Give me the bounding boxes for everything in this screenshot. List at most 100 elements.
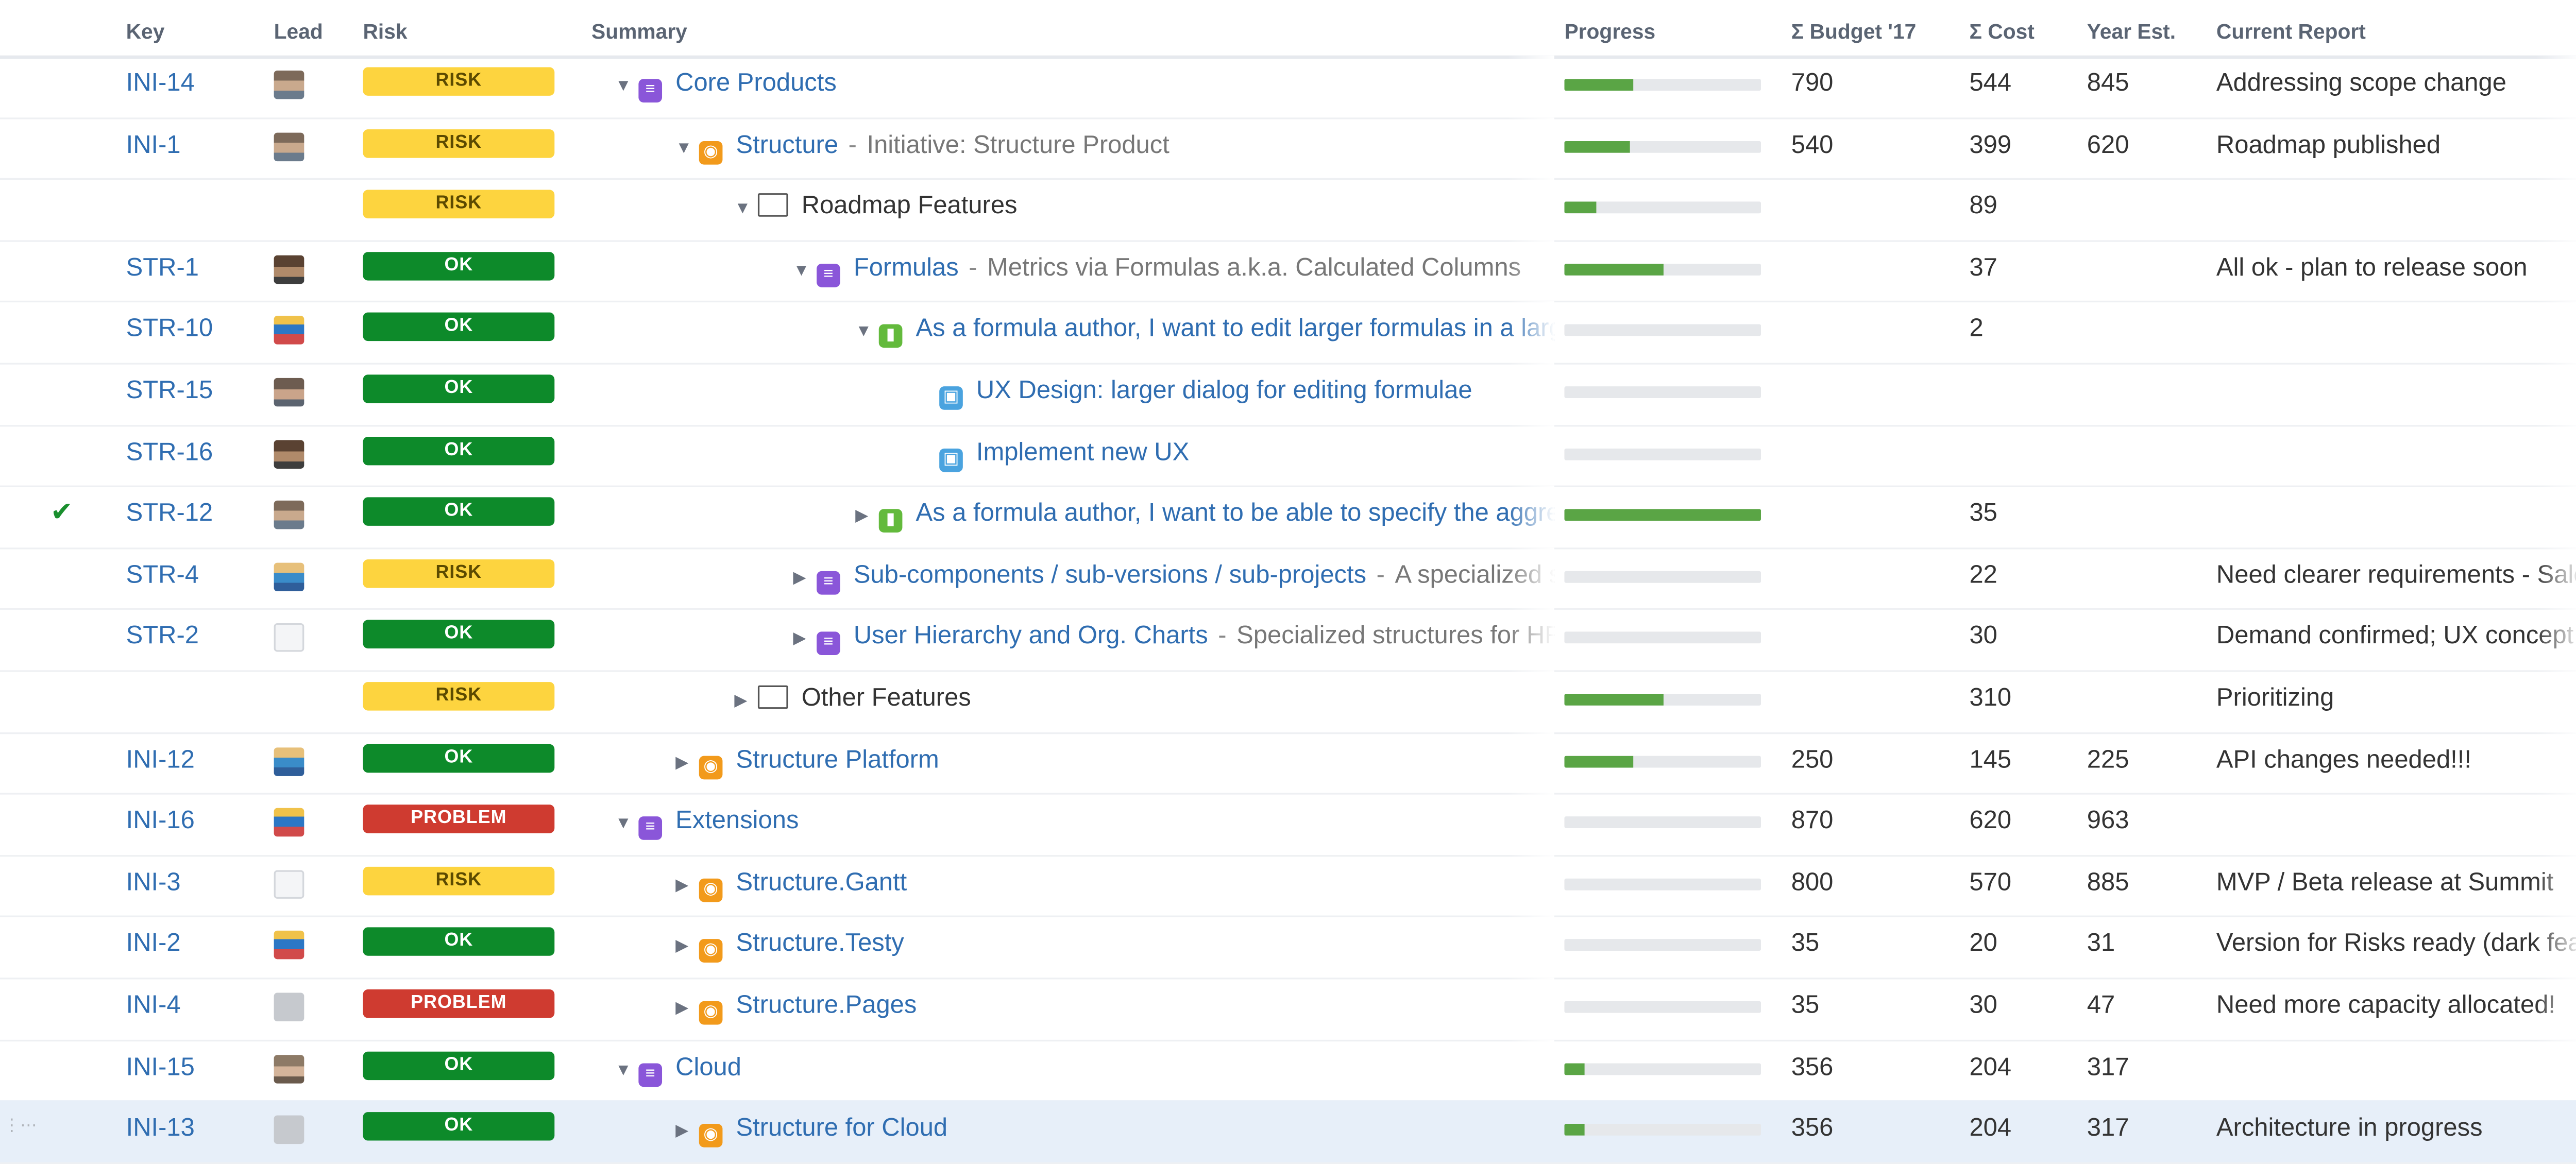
summary-title[interactable]: Formulas: [854, 253, 959, 282]
issue-key-link[interactable]: INI-14: [126, 56, 261, 117]
summary-title[interactable]: Structure Platform: [736, 745, 939, 774]
chevron-right-icon[interactable]: ▶: [855, 489, 879, 546]
chevron-down-icon[interactable]: ▼: [615, 1042, 639, 1100]
table-row[interactable]: STR-2 OK ▶ ≡ User Hierarchy and Org. Charts -…: [0, 608, 2576, 672]
summary-title[interactable]: Structure.Gantt: [736, 868, 907, 897]
column-lead[interactable]: Lead: [274, 20, 323, 44]
summary-title[interactable]: Structure for Cloud: [736, 1114, 948, 1142]
summary-title[interactable]: Sub-components / sub-versions / sub-proj…: [854, 561, 1366, 589]
summary-cell: ▼ ≡ Cloud: [615, 1039, 1554, 1101]
issue-key-link[interactable]: STR-1: [126, 240, 261, 301]
column-progress[interactable]: Progress: [1564, 20, 1655, 44]
issue-key-link[interactable]: INI-15: [126, 1039, 261, 1101]
column-key[interactable]: Key: [126, 20, 165, 44]
table-row[interactable]: STR-10 OK ▼ ▮ As a formula author, I want to…: [0, 301, 2576, 365]
issue-key-link[interactable]: INI-3: [126, 854, 261, 916]
column-year-est[interactable]: Year Est.: [2087, 20, 2176, 44]
issue-key-link[interactable]: STR-4: [126, 547, 261, 609]
summary-separator: -: [969, 253, 977, 282]
table-row[interactable]: ⋮⋯ INI-13 OK ▶ ◉ Structure for Cloud 356 204 317…: [0, 1100, 2576, 1164]
table-row[interactable]: RISK ▼ Roadmap Features 89: [0, 178, 2576, 242]
drag-handle-icon[interactable]: ⋮⋯: [4, 1118, 37, 1136]
chevron-right-icon[interactable]: ▶: [675, 858, 699, 915]
avatar: [274, 378, 304, 407]
chevron-right-icon[interactable]: ▶: [675, 919, 699, 977]
summary-title[interactable]: Core Products: [675, 69, 837, 97]
chevron-right-icon[interactable]: ▶: [734, 674, 758, 731]
issue-key-link[interactable]: INI-16: [126, 793, 261, 854]
issue-key-link[interactable]: INI-2: [126, 916, 261, 978]
table-row[interactable]: RISK ▶ Other Features 310 Prioritizing: [0, 670, 2576, 733]
chevron-right-icon[interactable]: ▶: [793, 551, 817, 608]
issue-key-link[interactable]: INI-12: [126, 732, 261, 793]
table-row[interactable]: INI-16 PROBLEM ▼ ≡ Extensions 870 620 963: [0, 793, 2576, 857]
current-report-value: Need more capacity allocated!: [2216, 978, 2576, 1039]
issue-key-link[interactable]: STR-10: [126, 301, 261, 363]
column-summary[interactable]: Summary: [591, 20, 687, 44]
table-row[interactable]: INI-3 RISK ▶ ◉ Structure.Gantt 800 570 885 MVP /…: [0, 854, 2576, 918]
column-header-row: Key Lead Risk Summary Progress Σ Budget …: [0, 0, 2576, 59]
issue-key-link[interactable]: [126, 178, 261, 239]
summary-cell: ▶ ◉ Structure.Gantt: [675, 854, 1554, 916]
table-row[interactable]: STR-4 RISK ▶ ≡ Sub-components / sub-versions…: [0, 547, 2576, 611]
summary-title[interactable]: UX Design: larger dialog for editing for…: [976, 376, 1472, 405]
issue-key-link[interactable]: [126, 670, 261, 731]
summary-cell: ▶ ▮ As a formula author, I want to be able…: [855, 486, 1554, 547]
summary-title[interactable]: Cloud: [675, 1053, 741, 1081]
summary-title[interactable]: As a formula author, I want to edit larg…: [916, 315, 1554, 343]
checkmark-icon: ✔: [50, 499, 73, 528]
issue-key-link[interactable]: INI-4: [126, 978, 261, 1039]
avatar: [274, 1116, 304, 1144]
table-row[interactable]: STR-15 OK ▣ UX Design: larger dialog for ed…: [0, 363, 2576, 426]
summary-cell: ▣ Implement new UX: [916, 424, 1554, 486]
table-row[interactable]: ✔ STR-12 OK ▶ ▮ As a formula author, I want t…: [0, 486, 2576, 549]
issue-key-link[interactable]: INI-1: [126, 117, 261, 178]
chevron-down-icon[interactable]: ▼: [734, 182, 758, 239]
progress-fill: [1564, 1063, 1584, 1075]
table-row[interactable]: INI-15 OK ▼ ≡ Cloud 356 204 317: [0, 1039, 2576, 1103]
risk-badge: OK: [363, 620, 555, 649]
summary-title[interactable]: As a formula author, I want to be able t…: [916, 499, 1554, 527]
chevron-right-icon[interactable]: ▶: [675, 735, 699, 792]
issue-key-link[interactable]: STR-12: [126, 486, 261, 547]
initiative-icon: ◉: [699, 140, 723, 164]
chevron-down-icon[interactable]: ▼: [615, 59, 639, 116]
summary-title[interactable]: Structure.Testy: [736, 930, 904, 958]
current-report-value: [2216, 301, 2576, 363]
issue-key-link[interactable]: INI-13: [126, 1101, 261, 1162]
chevron-down-icon[interactable]: ▼: [855, 305, 879, 362]
issue-key-link[interactable]: STR-2: [126, 609, 261, 670]
table-row[interactable]: INI-2 OK ▶ ◉ Structure.Testy 35 20 31 Version fo…: [0, 916, 2576, 980]
issue-key-link[interactable]: STR-15: [126, 363, 261, 424]
table-row[interactable]: INI-4 PROBLEM ▶ ◉ Structure.Pages 35 30 47 Need …: [0, 978, 2576, 1041]
table-row[interactable]: STR-1 OK ▼ ≡ Formulas - Metrics via Formulas a…: [0, 239, 2576, 303]
summary-title[interactable]: Structure.Pages: [736, 991, 917, 1019]
chevron-down-icon[interactable]: ▼: [615, 797, 639, 854]
column-budget[interactable]: Σ Budget '17: [1791, 20, 1917, 44]
column-cost[interactable]: Σ Cost: [1969, 20, 2034, 44]
table-row[interactable]: INI-1 RISK ▼ ◉ Structure - Initiative: Structu…: [0, 116, 2576, 180]
summary-title[interactable]: Structure: [736, 130, 838, 159]
chevron-right-icon[interactable]: ▶: [675, 981, 699, 1038]
column-risk[interactable]: Risk: [363, 20, 407, 44]
chevron-right-icon[interactable]: ▶: [793, 612, 817, 669]
table-row[interactable]: INI-12 OK ▶ ◉ Structure Platform 250 145 225 API…: [0, 731, 2576, 795]
progress-bar: [1564, 386, 1761, 398]
risk-badge: OK: [363, 374, 555, 403]
summary-title[interactable]: Implement new UX: [976, 438, 1189, 466]
column-current-report[interactable]: Current Report: [2216, 20, 2366, 44]
progress-fill: [1564, 509, 1761, 521]
issue-key-link[interactable]: STR-16: [126, 424, 261, 486]
chevron-down-icon[interactable]: ▼: [793, 243, 817, 300]
summary-title[interactable]: Extensions: [675, 807, 799, 835]
chevron-down-icon[interactable]: ▼: [675, 121, 699, 178]
table-row[interactable]: INI-14 RISK ▼ ≡ Core Products 790 544 845 Addres…: [0, 55, 2576, 119]
progress-bar: [1564, 693, 1761, 706]
current-report-value: Roadmap published: [2216, 116, 2576, 178]
chevron-right-icon[interactable]: ▶: [675, 1104, 699, 1161]
summary-separator: -: [1218, 622, 1227, 651]
table-row[interactable]: STR-16 OK ▣ Implement new UX: [0, 424, 2576, 488]
year-est-value: 885: [2087, 868, 2129, 897]
task-icon: ▣: [939, 386, 963, 410]
summary-title[interactable]: User Hierarchy and Org. Charts: [854, 622, 1208, 651]
